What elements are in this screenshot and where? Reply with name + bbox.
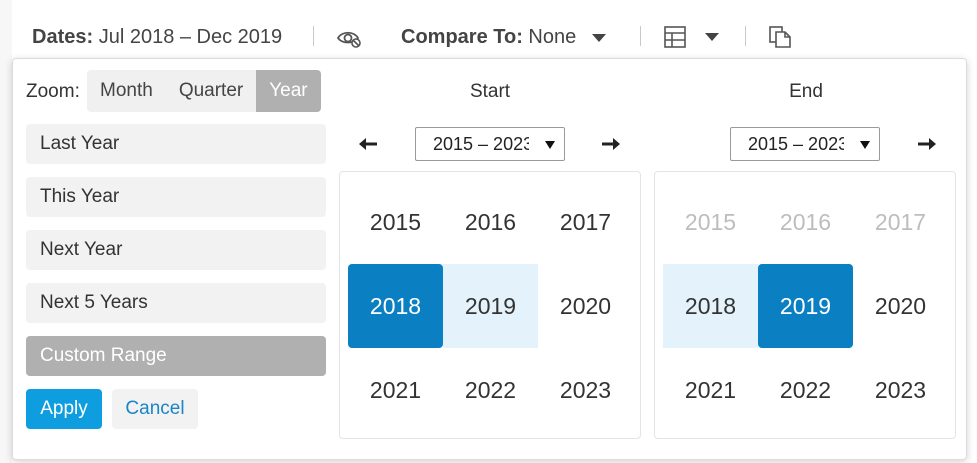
- compare-to-dropdown[interactable]: Compare To: None: [401, 26, 606, 49]
- toolbar-divider: [640, 26, 641, 46]
- start-year-2018[interactable]: 2018: [348, 264, 443, 348]
- start-year-2023[interactable]: 2023: [538, 348, 633, 432]
- zoom-year-button[interactable]: Year: [256, 70, 321, 112]
- preset-custom-range[interactable]: Custom Range: [26, 336, 326, 376]
- zoom-label: Zoom:: [26, 81, 80, 102]
- toolbar-divider: [745, 26, 746, 46]
- apply-button[interactable]: Apply: [26, 389, 102, 429]
- start-year-grid: 2015 2016 2017 2018 2019 2020 2021 2022 …: [339, 171, 641, 439]
- chevron-down-icon: [545, 141, 555, 149]
- chevron-down-icon: [860, 141, 870, 149]
- end-year-2023[interactable]: 2023: [853, 348, 948, 432]
- start-year-2015[interactable]: 2015: [348, 180, 443, 264]
- end-year-2017: 2017: [874, 209, 927, 235]
- compare-label: Compare To:: [401, 26, 523, 48]
- end-year-2015: 2015: [684, 209, 737, 235]
- end-year-2021[interactable]: 2021: [663, 348, 758, 432]
- zoom-month-button[interactable]: Month: [87, 70, 166, 112]
- preset-this-year[interactable]: This Year: [26, 177, 326, 217]
- cancel-button[interactable]: Cancel: [112, 389, 198, 429]
- start-year-2022[interactable]: 2022: [443, 348, 538, 432]
- copy-icon[interactable]: [768, 25, 792, 55]
- start-range-select[interactable]: 2015 – 2023: [415, 127, 565, 161]
- end-year-2018[interactable]: 2018: [663, 264, 758, 348]
- start-year-2020[interactable]: 2020: [538, 264, 633, 348]
- chevron-down-icon: [591, 33, 606, 42]
- preset-next-year[interactable]: Next Year: [26, 230, 326, 270]
- dates-value: Jul 2018 – Dec 2019: [98, 26, 283, 48]
- zoom-quarter-button[interactable]: Quarter: [166, 70, 256, 112]
- end-range-select[interactable]: 2015 – 2023: [730, 127, 880, 161]
- start-title: Start: [469, 81, 511, 102]
- dates-filter[interactable]: Dates: Jul 2018 – Dec 2019: [32, 26, 282, 49]
- start-prev-arrow-icon[interactable]: [357, 133, 381, 155]
- start-year-2016[interactable]: 2016: [443, 180, 538, 264]
- hide-icon[interactable]: [336, 27, 362, 55]
- compare-value: None: [528, 26, 577, 48]
- start-next-arrow-icon[interactable]: [600, 133, 624, 155]
- chevron-down-icon: [704, 33, 719, 41]
- end-year-2022[interactable]: 2022: [758, 348, 853, 432]
- dates-label: Dates:: [32, 26, 94, 48]
- start-year-2019[interactable]: 2019: [443, 264, 538, 348]
- table-icon: [664, 26, 686, 48]
- start-year-2017[interactable]: 2017: [538, 180, 633, 264]
- background-edge: [0, 0, 12, 463]
- toolbar-divider: [313, 26, 314, 46]
- end-year-2016: 2016: [779, 209, 832, 235]
- start-range-value: 2015 – 2023: [433, 134, 529, 154]
- date-range-popup: Zoom: Month Quarter Year Last Year This …: [12, 58, 967, 460]
- zoom-toggle-group: Month Quarter Year: [87, 70, 321, 112]
- end-year-2019[interactable]: 2019: [758, 264, 853, 348]
- preset-next-5-years[interactable]: Next 5 Years: [26, 283, 326, 323]
- end-next-arrow-icon[interactable]: [916, 133, 940, 155]
- toolbar: Dates: Jul 2018 – Dec 2019 Compare To: N…: [0, 0, 977, 62]
- table-view-dropdown[interactable]: [663, 25, 719, 49]
- end-title: End: [789, 81, 823, 102]
- end-range-value: 2015 – 2023: [748, 134, 844, 154]
- preset-last-year[interactable]: Last Year: [26, 124, 326, 164]
- end-year-2020[interactable]: 2020: [853, 264, 948, 348]
- start-year-2021[interactable]: 2021: [348, 348, 443, 432]
- end-year-grid: 2015 2016 2017 2018 2019 2020 2021 2022 …: [654, 171, 956, 439]
